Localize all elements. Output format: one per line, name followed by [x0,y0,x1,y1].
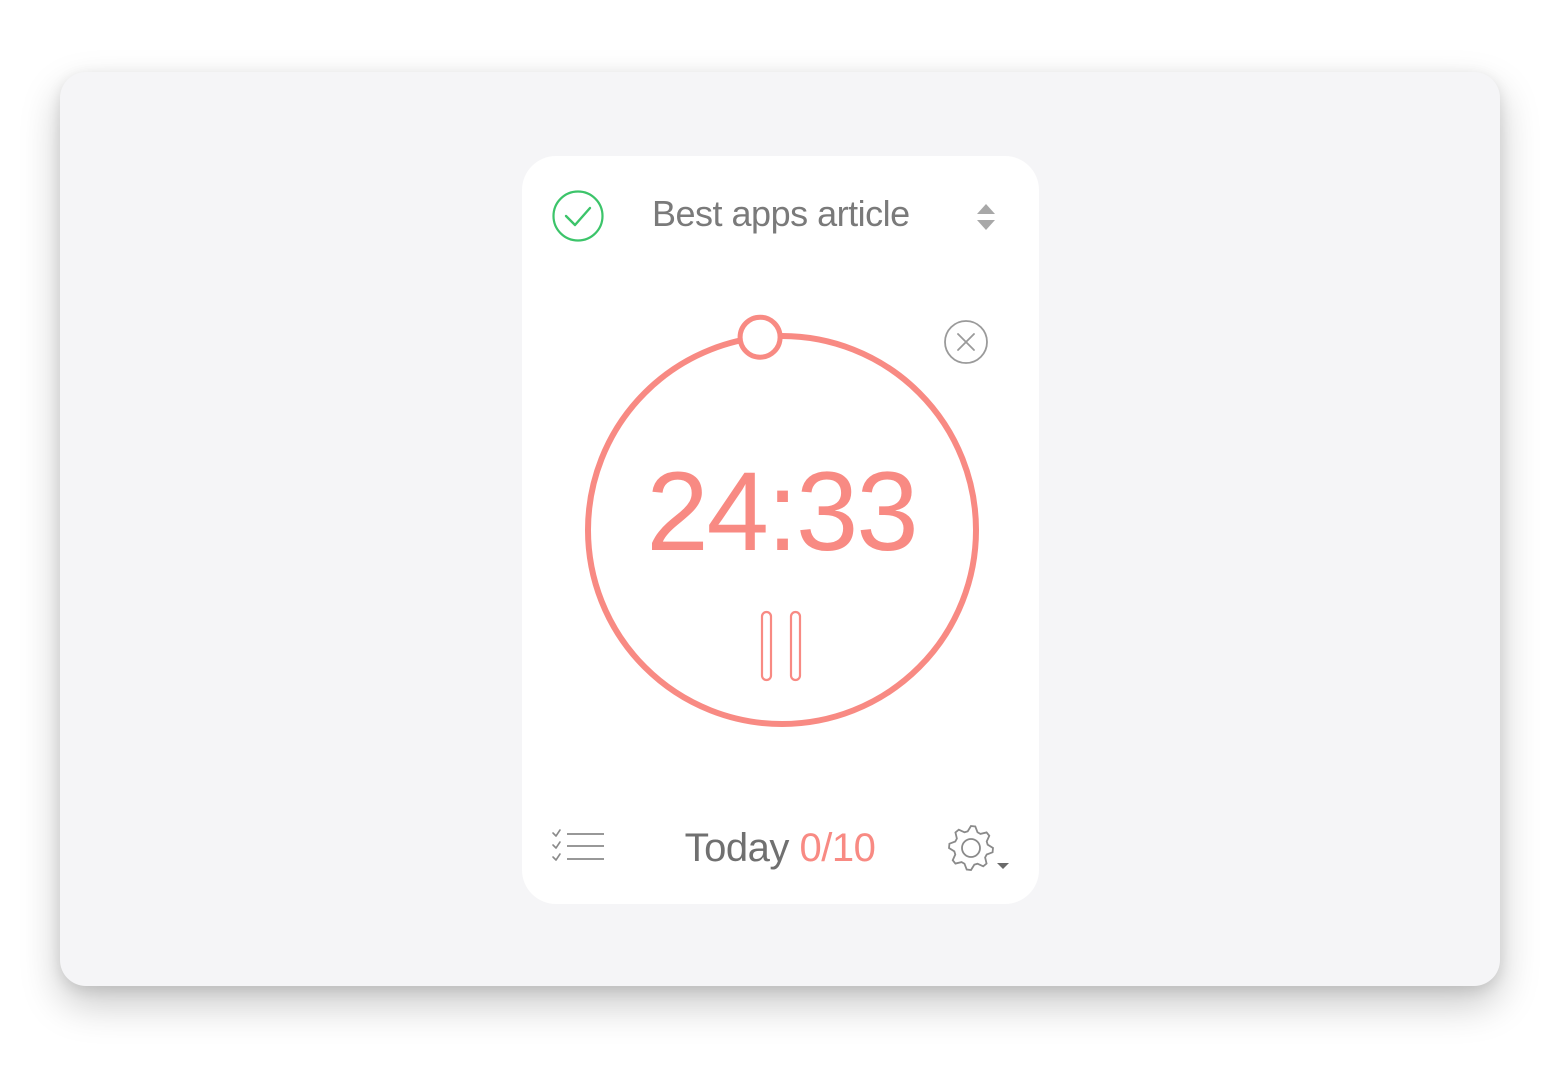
task-title[interactable]: Best apps article [652,192,952,236]
today-label: Today [684,826,790,870]
progress-knob[interactable] [737,314,783,360]
check-circle-icon[interactable] [550,189,606,245]
gear-icon[interactable] [944,822,1014,874]
checklist-icon[interactable] [550,828,608,866]
timer-display: 24:33 [646,449,918,574]
pause-icon[interactable] [754,608,810,686]
up-down-arrows-icon[interactable] [972,202,1000,232]
today-count: 0/10 [799,826,876,870]
today-progress: Today 0/10 [640,824,920,872]
